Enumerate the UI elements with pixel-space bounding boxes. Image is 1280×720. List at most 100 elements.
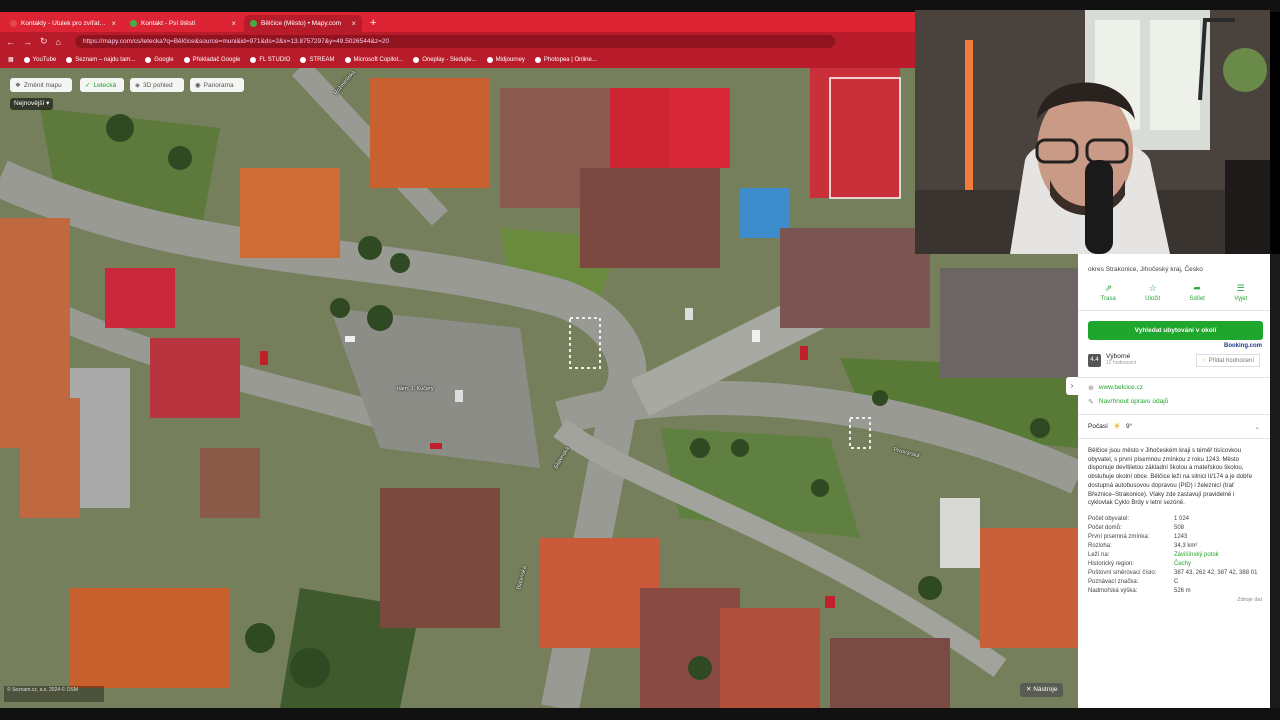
fact-key: Nadmořská výška: — [1088, 587, 1138, 594]
browser-tab[interactable]: Kontakty - Útulek pro zvířata v nou × — [4, 15, 122, 32]
aerial-map-button[interactable]: ✓ Letecká — [80, 78, 124, 92]
divider — [1078, 310, 1270, 311]
bookmark-item[interactable]: STREAM — [300, 56, 335, 63]
tools-label: Nástroje — [1033, 686, 1058, 693]
export-icon: ☰ — [1236, 283, 1245, 293]
close-icon[interactable]: × — [111, 19, 116, 28]
chevron-down-icon: ▾ — [46, 100, 50, 107]
close-icon[interactable]: × — [351, 19, 356, 28]
action-label: Sdílet — [1189, 296, 1205, 302]
tools-button[interactable]: ✕ Nástroje — [1020, 683, 1064, 697]
bookmark-label: FL STUDIO — [259, 56, 291, 63]
add-review-button[interactable]: ☆ Přidat hodnocení — [1195, 353, 1260, 367]
tab-favicon-icon — [130, 20, 137, 27]
bookmark-item[interactable]: Překladač Google — [183, 56, 241, 63]
place-description: Bělčice jsou město v Jihočeském kraji s … — [1088, 447, 1252, 507]
apps-icon[interactable]: ▦ — [8, 56, 14, 63]
fact-row: Historický region: Čechy — [1088, 561, 1260, 567]
browser-tab[interactable]: Kontakt - Psí štěstí × — [124, 15, 242, 32]
bookmark-icon — [534, 56, 541, 63]
button-label: Panorama — [203, 81, 234, 89]
search-lodging-button[interactable]: Vyhledat ubytování v okolí — [1088, 321, 1263, 340]
filter-label: Nejnovější — [14, 100, 45, 107]
layers-icon: ❖ — [15, 82, 21, 89]
bookmark-icon — [145, 56, 152, 63]
fact-row: Leží na: Závišínský potok — [1088, 552, 1260, 558]
rating-summary: Výborné 12 hodnocení — [1106, 353, 1136, 367]
bookmark-icon — [344, 56, 351, 63]
share-button[interactable]: ➦ Sdílet — [1190, 283, 1205, 302]
route-icon: ⇗ — [1104, 283, 1112, 293]
3d-view-button[interactable]: ◈ 3D pohled — [130, 78, 184, 92]
back-icon[interactable]: ← — [6, 37, 15, 47]
fact-value-link[interactable]: Čechy — [1174, 561, 1191, 567]
fact-key: Počet domů: — [1088, 524, 1122, 531]
weather-row[interactable]: Počasí ☀ 9° ⌄ — [1078, 415, 1270, 438]
new-tab-icon[interactable]: + — [364, 15, 382, 32]
bookmark-item[interactable]: Google — [145, 56, 174, 63]
panorama-icon: ◉ — [195, 82, 201, 89]
route-button[interactable]: ⇗ Trasa — [1101, 283, 1116, 302]
bookmark-item[interactable]: Microsoft Copilot... — [344, 56, 403, 63]
address-bar-row: ← → ↻ ⌂ https://mapy.com/cs/letecka?q=Bě… — [0, 32, 915, 51]
star-icon: ☆ — [1201, 357, 1207, 364]
reload-icon[interactable]: ↻ — [40, 36, 48, 47]
url-input[interactable]: https://mapy.com/cs/letecka?q=Bělčice&so… — [74, 35, 835, 48]
facts-list: Počet obyvatel: 1 024 Počet domů: 508 Prvn… — [1078, 508, 1270, 594]
panorama-button[interactable]: ◉ Panorama — [190, 78, 244, 92]
bookmark-item[interactable]: FL STUDIO — [250, 56, 291, 63]
fact-row: Počet obyvatel: 1 024 — [1088, 516, 1260, 522]
bookmark-label: Midjourney — [495, 56, 525, 63]
fact-row: Nadmořská výška: 526 m — [1088, 588, 1260, 594]
fact-value: C — [1174, 578, 1179, 585]
website-link[interactable]: www.belcice.cz — [1099, 384, 1143, 392]
data-sources-link[interactable]: Zdroje dat — [1078, 597, 1270, 603]
action-bar: ⇗ Trasa ☆ Uložit ➦ Sdílet ☰ Vyjet — [1086, 283, 1262, 302]
check-icon: ✓ — [85, 82, 91, 89]
fact-value: 387 43, 262 42, 387 42, 388 01 — [1174, 569, 1258, 576]
bookmark-icon — [66, 56, 73, 63]
forward-icon[interactable]: → — [23, 37, 32, 47]
save-button[interactable]: ☆ Uložit — [1145, 283, 1160, 302]
panel-scrollbar[interactable] — [1270, 254, 1280, 708]
tab-favicon-icon — [10, 20, 17, 27]
newest-filter-button[interactable]: Nejnovější ▾ — [10, 98, 54, 110]
fact-key: Historický region: — [1088, 560, 1135, 567]
bookmark-label: STREAM — [309, 56, 335, 63]
bookmark-label: Překladač Google — [192, 56, 241, 63]
links-section: ⊕ www.belcice.cz ✎ Navrhnout úpravu údajů — [1078, 378, 1270, 406]
fact-value-link[interactable]: Závišínský potok — [1174, 552, 1219, 558]
chevron-down-icon: ⌄ — [1254, 423, 1260, 431]
fact-key: Poštovní směrovací číslo: — [1088, 569, 1157, 576]
place-detail-panel: okres Strakonice, Jihočeský kraj, Česko … — [1078, 254, 1270, 708]
tab-label: Kontakt - Psí štěstí — [141, 20, 196, 27]
divider — [1078, 438, 1270, 439]
button-label: Letecká — [93, 81, 117, 89]
webcam-overlay — [915, 10, 1270, 254]
export-button[interactable]: ☰ Vyjet — [1234, 283, 1247, 302]
fact-row: Rozloha: 34,3 km² — [1088, 543, 1260, 549]
fact-key: Poznávací značka: — [1088, 578, 1139, 585]
bookmark-label: YouTube — [32, 56, 57, 63]
browser-tab-active[interactable]: Bělčice (Město) • Mapy.com × — [244, 15, 362, 32]
suggest-edit-link[interactable]: Navrhnout úpravu údajů — [1099, 398, 1168, 406]
weather-label: Počasí — [1088, 423, 1108, 430]
bookmark-item[interactable]: YouTube — [23, 56, 57, 63]
panel-collapse-icon[interactable]: › — [1066, 377, 1078, 395]
close-icon[interactable]: × — [231, 19, 236, 28]
bookmark-item[interactable]: Seznam – najdu tam... — [66, 56, 136, 63]
rating-row: 4.4 Výborné 12 hodnocení ☆ Přidat hodnoce… — [1078, 349, 1270, 371]
bookmark-label: Seznam – najdu tam... — [75, 56, 136, 63]
bookmark-item[interactable]: Photopea | Online... — [534, 56, 597, 63]
fact-row: Poštovní směrovací číslo: 387 43, 262 42,… — [1088, 570, 1260, 576]
fact-value: 1243 — [1174, 533, 1188, 540]
change-map-button[interactable]: ❖ Změnit mapu — [10, 78, 72, 92]
bookmarks-bar: ▦ YouTube Seznam – najdu tam... Google P… — [0, 51, 915, 68]
globe-icon: ⊕ — [1088, 385, 1094, 392]
sun-icon: ☀ — [1112, 421, 1121, 431]
bookmark-item[interactable]: Midjourney — [486, 56, 525, 63]
bookmark-item[interactable]: Oneplay - Sledujte... — [413, 56, 477, 63]
home-icon[interactable]: ⌂ — [56, 37, 61, 47]
bookmark-icon — [486, 56, 493, 63]
weather-temp: 9° — [1125, 423, 1133, 430]
